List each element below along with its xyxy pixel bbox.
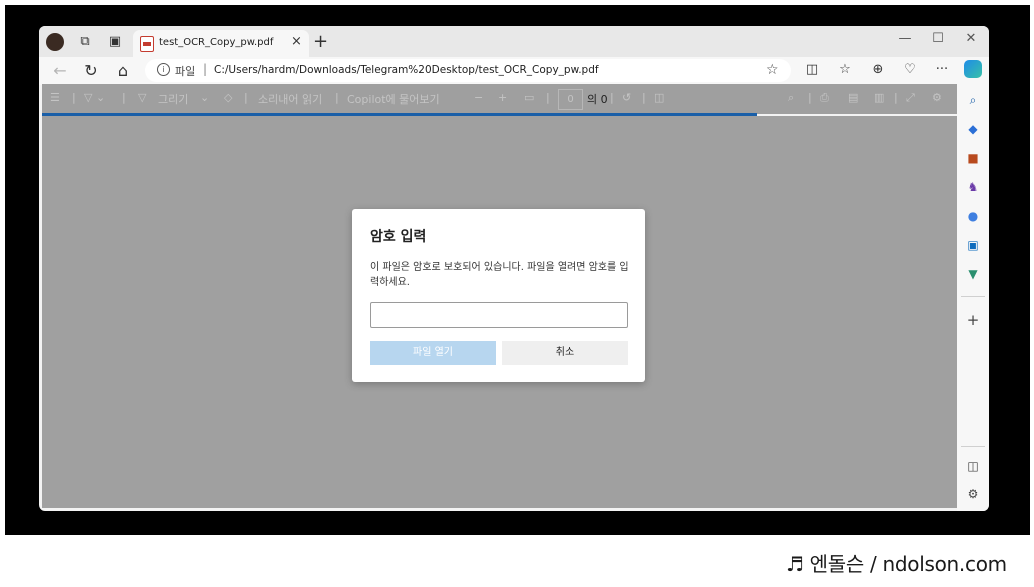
page-view-icon[interactable]: ◫ (654, 91, 664, 104)
more-menu-icon[interactable]: ··· (933, 62, 951, 77)
tools-briefcase-icon[interactable]: ■ (965, 150, 981, 166)
dialog-title: 암호 입력 (370, 229, 427, 245)
home-icon[interactable]: ⌂ (113, 61, 133, 80)
toolbar-divider: | (335, 91, 339, 104)
read-aloud-button[interactable]: 소리내어 읽기 (258, 91, 322, 107)
shopping-tag-icon[interactable]: ◆ (965, 121, 981, 137)
new-tab-button[interactable]: + (313, 31, 328, 52)
toolbar-divider: | (610, 91, 614, 104)
refresh-icon[interactable]: ↻ (81, 61, 101, 80)
title-bar: ⧉ ▣ test_OCR_Copy_pw.pdf × + — ☐ ✕ (39, 26, 989, 57)
workspaces-icon[interactable]: ⧉ (77, 34, 93, 50)
fullscreen-icon[interactable]: ⤢ (906, 91, 915, 105)
toolbar-divider: | (808, 91, 812, 104)
toolbar-divider: | (244, 91, 248, 104)
outlook-icon[interactable]: ▣ (965, 237, 981, 253)
draw-label[interactable]: 그리기 (158, 91, 188, 107)
close-window-button[interactable]: ✕ (961, 31, 981, 46)
watermark: ♬ 엔돌슨 / ndolson.com (786, 552, 1007, 576)
pdf-toolbar: ☰ | ▽ ⌄ | ▽ 그리기 ⌄ ◇ | 소리내어 읽기 | Copilot에… (42, 84, 957, 114)
url-separator: | (203, 62, 208, 76)
hide-sidebar-icon[interactable]: ◫ (965, 458, 981, 474)
pdf-file-icon (140, 36, 154, 52)
search-icon[interactable]: ⌕ (965, 92, 981, 108)
settings-gear-icon[interactable]: ⚙ (932, 91, 942, 104)
toolbar-divider: | (546, 91, 550, 104)
sidebar-divider (961, 446, 985, 447)
save-as-icon[interactable]: ▥ (874, 91, 884, 104)
contents-icon[interactable]: ☰ (50, 91, 60, 104)
cancel-button[interactable]: 취소 (502, 341, 628, 365)
edge-sidebar: ⌕ ◆ ■ ♞ ● ▣ ▼ + ◫ ⚙ (957, 84, 989, 511)
password-dialog: 암호 입력 이 파일은 암호로 보호되어 있습니다. 파일을 열려면 암호를 입… (352, 209, 645, 382)
add-icon[interactable]: + (965, 312, 981, 328)
search-icon[interactable]: ⌕ (788, 91, 794, 105)
drop-icon[interactable]: ▼ (965, 266, 981, 282)
page-total: 의 0 (587, 93, 608, 106)
address-bar[interactable]: i 파일 | C:/Users/hardm/Downloads/Telegram… (145, 59, 791, 82)
toolbar-divider: | (642, 91, 646, 104)
toolbar-divider: | (894, 91, 898, 104)
toolbar-divider: | (72, 91, 76, 104)
info-icon[interactable]: i (157, 63, 170, 76)
zoom-out-button[interactable]: − (474, 91, 483, 104)
tab-actions-icon[interactable]: ▣ (107, 34, 123, 50)
draw-icon[interactable]: ▽ (138, 91, 146, 104)
copilot-ask-button[interactable]: Copilot에 물어보기 (347, 91, 440, 107)
password-input[interactable] (370, 302, 628, 328)
open-file-button[interactable]: 파일 열기 (370, 341, 496, 365)
save-icon[interactable]: ▤ (848, 91, 858, 104)
tab-title: test_OCR_Copy_pw.pdf (159, 37, 274, 48)
minimize-button[interactable]: — (895, 31, 915, 46)
sidebar-divider (961, 296, 985, 297)
tab-pdf[interactable]: test_OCR_Copy_pw.pdf × (133, 30, 309, 57)
sidebar-settings-icon[interactable]: ⚙ (965, 486, 981, 502)
split-screen-icon[interactable]: ◫ (803, 62, 821, 77)
zoom-in-button[interactable]: + (498, 91, 507, 104)
print-icon[interactable]: ⎙ (820, 91, 829, 105)
dialog-message: 이 파일은 암호로 보호되어 있습니다. 파일을 열려면 암호를 입력하세요. (370, 262, 629, 288)
microsoft365-icon[interactable]: ● (965, 208, 981, 224)
highlight-icon[interactable]: ▽ ⌄ (84, 91, 105, 104)
chevron-down-icon[interactable]: ⌄ (200, 91, 209, 104)
rotate-icon[interactable]: ↺ (622, 91, 631, 104)
copilot-icon[interactable] (964, 60, 982, 78)
url-scheme-label: 파일 (175, 65, 196, 78)
back-arrow-icon[interactable]: ← (50, 61, 70, 80)
toolbar-divider: | (122, 91, 126, 104)
favorite-star-icon[interactable]: ☆ (766, 62, 779, 78)
maximize-button[interactable]: ☐ (928, 31, 948, 46)
games-icon[interactable]: ♞ (965, 179, 981, 195)
page-number-input[interactable]: 0 (558, 89, 583, 110)
tab-close-button[interactable]: × (291, 34, 302, 49)
browser-essentials-icon[interactable]: ♡ (901, 62, 919, 77)
eraser-icon[interactable]: ◇ (224, 91, 232, 104)
url-text[interactable]: C:/Users/hardm/Downloads/Telegram%20Desk… (214, 64, 599, 76)
fit-page-icon[interactable]: ▭ (524, 91, 534, 104)
favorites-icon[interactable]: ☆ (836, 62, 854, 77)
profile-avatar-icon[interactable] (46, 33, 64, 51)
collections-icon[interactable]: ⊕ (869, 62, 887, 77)
